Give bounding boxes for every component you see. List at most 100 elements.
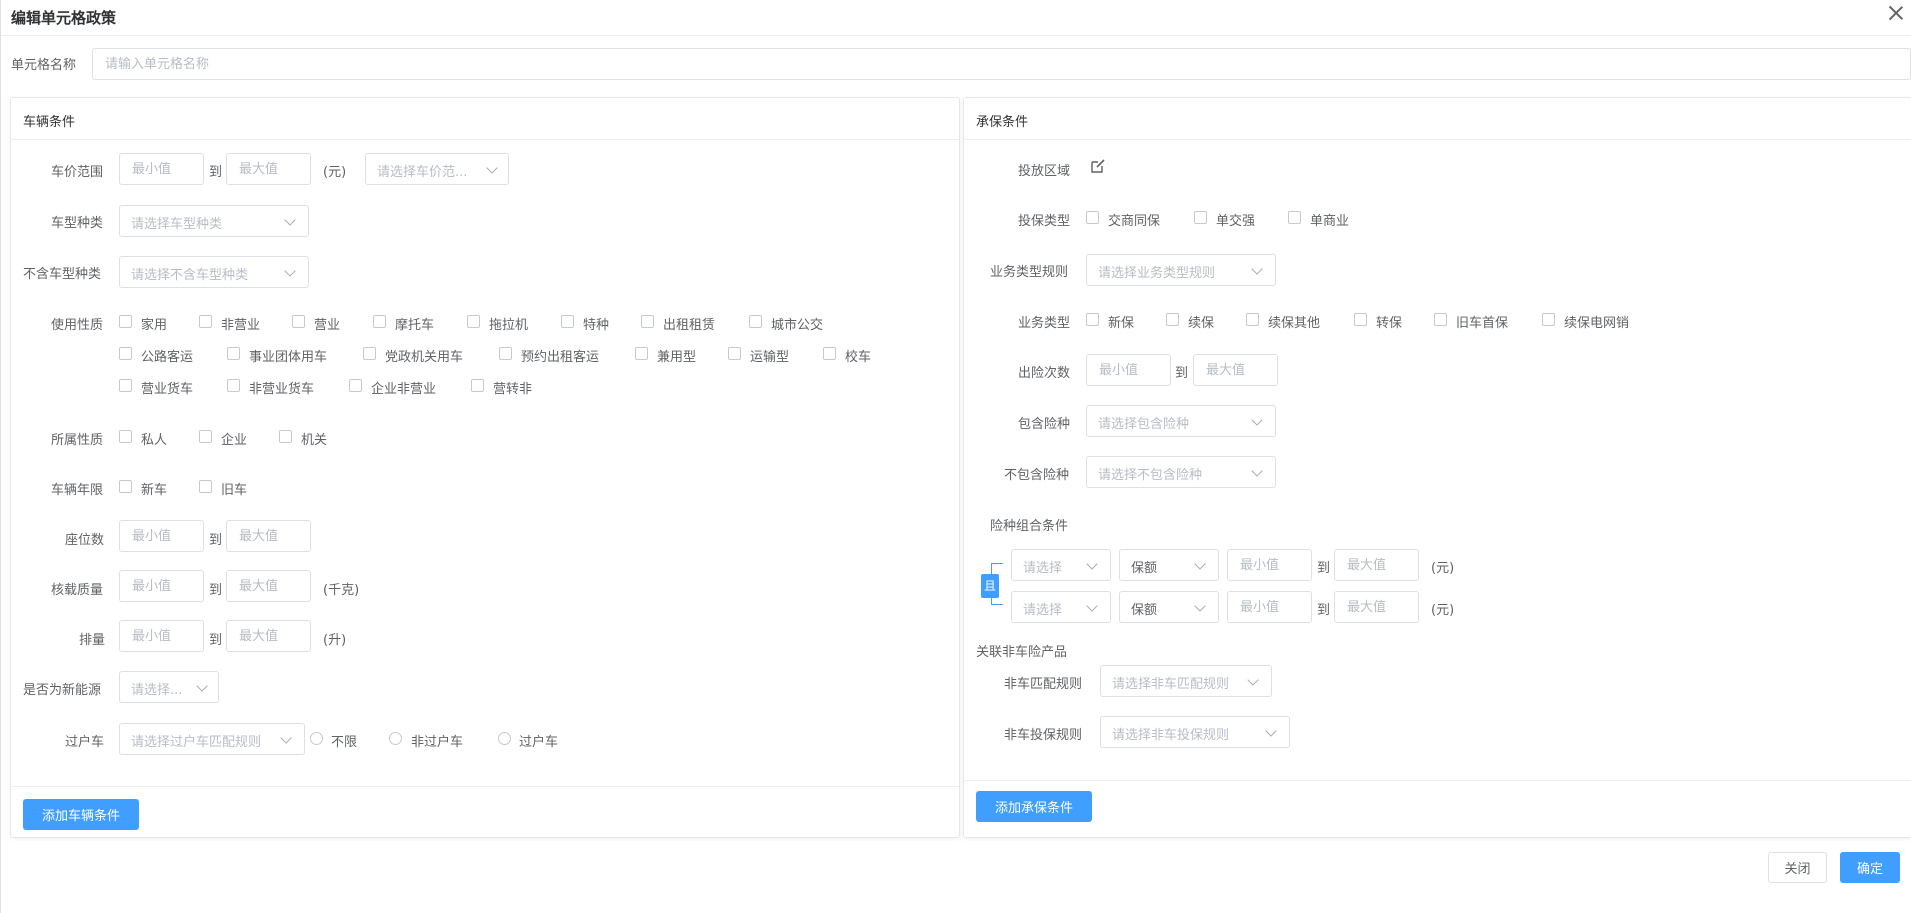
include-coverage-placeholder: 请选择包含险种 <box>1098 417 1190 432</box>
usage-checkbox[interactable] <box>199 315 212 328</box>
usage-checkbox[interactable] <box>119 379 132 392</box>
transfer-radio[interactable] <box>389 732 402 745</box>
include-coverage-select[interactable]: 请选择包含险种 <box>1086 405 1276 437</box>
displacement-max-input[interactable] <box>226 620 311 652</box>
biz-type-checkbox[interactable] <box>1246 313 1259 326</box>
usage-checkbox[interactable] <box>471 379 484 392</box>
usage-checkbox[interactable] <box>749 315 762 328</box>
biz-type-checkbox[interactable] <box>1354 313 1367 326</box>
usage-checkbox[interactable] <box>641 315 654 328</box>
usage-option: 运输型 <box>750 350 790 365</box>
usage-checkbox[interactable] <box>373 315 386 328</box>
biz-type-option: 续保电网销 <box>1564 316 1630 331</box>
usage-checkbox[interactable] <box>499 347 512 360</box>
insure-type-checkbox[interactable] <box>1288 211 1301 224</box>
nonauto-match-select[interactable]: 请选择非车匹配规则 <box>1100 665 1272 697</box>
combo-and-badge[interactable]: 且 <box>981 574 999 598</box>
model-type-label: 车型种类 <box>51 216 104 231</box>
vehicle-age-checkbox[interactable] <box>199 480 212 493</box>
add-vehicle-condition-button[interactable]: 添加车辆条件 <box>23 799 139 830</box>
edit-icon[interactable] <box>1090 158 1106 174</box>
combo-min-input[interactable] <box>1227 549 1312 581</box>
model-type-select[interactable]: 请选择车型种类 <box>119 205 309 237</box>
usage-option: 家用 <box>141 318 168 333</box>
nonauto-insure-select[interactable]: 请选择非车投保规则 <box>1100 716 1290 748</box>
combo-min-input[interactable] <box>1227 591 1312 623</box>
usage-checkbox[interactable] <box>635 347 648 360</box>
cell-name-input[interactable] <box>92 48 1911 80</box>
usage-option: 公路客运 <box>141 350 194 365</box>
combo-coverage-placeholder: 请选择 <box>1023 603 1063 618</box>
price-range-label: 车价范围 <box>51 165 104 180</box>
usage-checkbox[interactable] <box>119 347 132 360</box>
usage-checkbox[interactable] <box>292 315 305 328</box>
owner-checkbox[interactable] <box>199 430 212 443</box>
new-energy-select[interactable]: 请选择... <box>119 671 219 703</box>
usage-checkbox[interactable] <box>363 347 376 360</box>
insure-type-option: 单交强 <box>1216 214 1256 229</box>
chevron-down-icon <box>1251 465 1263 477</box>
biz-type-checkbox[interactable] <box>1434 313 1447 326</box>
price-max-input[interactable] <box>226 153 311 185</box>
claims-max-input[interactable] <box>1193 354 1278 386</box>
seats-max-input[interactable] <box>226 520 311 552</box>
transfer-option: 不限 <box>331 735 358 750</box>
biz-type-rule-placeholder: 请选择业务类型规则 <box>1098 266 1216 281</box>
combo-coverage-select[interactable]: 请选择 <box>1011 591 1111 623</box>
transfer-radio[interactable] <box>310 732 323 745</box>
add-underwriting-condition-button[interactable]: 添加承保条件 <box>976 791 1092 822</box>
combo-max-input[interactable] <box>1334 591 1419 623</box>
dialog-title: 编辑单元格政策 <box>11 9 117 27</box>
usage-checkbox[interactable] <box>561 315 574 328</box>
insure-type-checkbox[interactable] <box>1086 211 1099 224</box>
displacement-min-input[interactable] <box>119 620 204 652</box>
exclude-coverage-select[interactable]: 请选择不包含险种 <box>1086 456 1276 488</box>
usage-option: 兼用型 <box>657 350 697 365</box>
chevron-down-icon <box>1251 263 1263 275</box>
load-unit: (千克) <box>323 583 360 598</box>
combo-max-input[interactable] <box>1334 549 1419 581</box>
usage-checkbox[interactable] <box>227 379 240 392</box>
biz-type-checkbox[interactable] <box>1542 313 1555 326</box>
transfer-radio[interactable] <box>498 732 511 745</box>
new-energy-placeholder: 请选择... <box>131 683 183 698</box>
price-range-select[interactable]: 请选择车价范... <box>365 153 509 185</box>
confirm-button[interactable]: 确定 <box>1840 852 1900 883</box>
usage-checkbox[interactable] <box>823 347 836 360</box>
region-label: 投放区域 <box>1018 164 1071 179</box>
usage-label: 使用性质 <box>51 318 104 333</box>
usage-option: 非营业货车 <box>249 382 315 397</box>
underwriting-panel-footer: 添加承保条件 <box>964 780 1911 839</box>
chevron-down-icon <box>1194 558 1206 570</box>
owner-checkbox[interactable] <box>119 430 132 443</box>
biz-type-rule-select[interactable]: 请选择业务类型规则 <box>1086 254 1276 286</box>
claims-to-text: 到 <box>1175 366 1189 381</box>
biz-type-checkbox[interactable] <box>1166 313 1179 326</box>
close-button[interactable]: 关闭 <box>1768 852 1827 883</box>
biz-type-checkbox[interactable] <box>1086 313 1099 326</box>
load-min-input[interactable] <box>119 570 204 602</box>
price-min-input[interactable] <box>119 153 204 185</box>
vehicle-panel-footer: 添加车辆条件 <box>11 786 959 839</box>
chevron-down-icon <box>1247 674 1259 686</box>
usage-checkbox[interactable] <box>467 315 480 328</box>
seats-min-input[interactable] <box>119 520 204 552</box>
transfer-rule-select[interactable]: 请选择过户车匹配规则 <box>119 723 305 755</box>
usage-checkbox[interactable] <box>119 315 132 328</box>
close-icon[interactable] <box>1885 2 1907 24</box>
combo-amount-select[interactable]: 保额 <box>1119 591 1219 623</box>
usage-checkbox[interactable] <box>728 347 741 360</box>
claims-min-input[interactable] <box>1086 354 1171 386</box>
vehicle-age-checkbox[interactable] <box>119 480 132 493</box>
exclude-model-label: 不含车型种类 <box>23 267 102 282</box>
owner-checkbox[interactable] <box>279 430 292 443</box>
usage-checkbox[interactable] <box>227 347 240 360</box>
combo-amount-select[interactable]: 保额 <box>1119 549 1219 581</box>
underwriting-panel-title: 承保条件 <box>976 115 1029 130</box>
combo-coverage-select[interactable]: 请选择 <box>1011 549 1111 581</box>
load-max-input[interactable] <box>226 570 311 602</box>
usage-checkbox[interactable] <box>349 379 362 392</box>
insure-type-checkbox[interactable] <box>1194 211 1207 224</box>
exclude-model-select[interactable]: 请选择不含车型种类 <box>119 256 309 288</box>
vehicle-age-label: 车辆年限 <box>51 483 104 498</box>
